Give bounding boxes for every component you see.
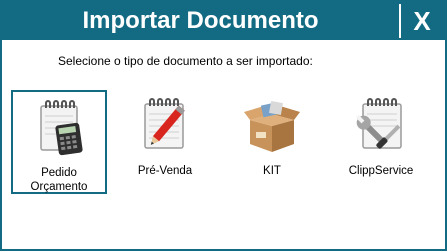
option-clippservice[interactable]: ClippService: [333, 90, 429, 194]
option-label: ClippService: [348, 165, 414, 177]
option-kit[interactable]: KIT: [224, 90, 320, 194]
box-icon: [244, 101, 300, 152]
option-pedido-orcamento[interactable]: Pedido Orçamento: [11, 90, 107, 194]
close-icon: X: [413, 6, 431, 36]
option-label: KIT: [263, 165, 281, 177]
option-label-line1: Pedido: [41, 167, 77, 179]
close-button[interactable]: X: [399, 4, 443, 38]
title-bar[interactable]: Importar Documento X: [2, 2, 445, 40]
notepad-wrench-icon: [355, 98, 402, 149]
notepad-calculator-icon: [40, 100, 83, 156]
option-label: Pré-Venda: [137, 165, 193, 177]
option-label: Pedido Orçamento: [13, 166, 105, 194]
option-label-line2: Orçamento: [30, 181, 88, 193]
option-pre-venda[interactable]: Pré-Venda: [117, 90, 213, 194]
import-dialog: Importar Documento X Selecione o tipo de…: [0, 0, 447, 251]
instruction-text: Selecione o tipo de documento a ser impo…: [58, 54, 313, 68]
window-title: Importar Documento: [82, 7, 319, 34]
notepad-pencil-icon: [144, 98, 185, 149]
